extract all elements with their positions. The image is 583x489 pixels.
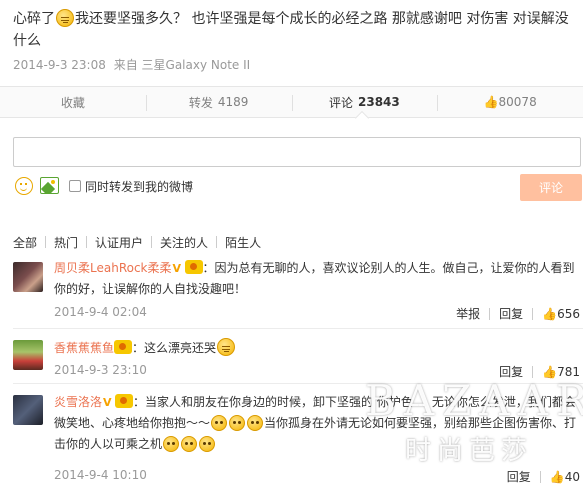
comment-filters: 全部 热门 认证用户 关注的人 陌生人 bbox=[13, 234, 261, 250]
comment-username[interactable]: 炎雪洛洛 bbox=[54, 395, 102, 409]
comment-label: 评论 bbox=[328, 95, 353, 110]
repost-label: 转发 bbox=[188, 95, 213, 110]
comment-count: 23843 bbox=[358, 95, 400, 109]
comment-username[interactable]: 香蕉蕉蕉鱼 bbox=[54, 341, 114, 355]
post-action-bar: 收藏 转发 4189 评论 23843 👍 80078 bbox=[0, 86, 583, 118]
thumbs-up-icon: 👍 bbox=[542, 306, 558, 321]
thumbs-up-icon: 👍 bbox=[483, 95, 499, 109]
submit-comment-button[interactable]: 评论 bbox=[520, 174, 582, 201]
emoji-icon bbox=[211, 415, 228, 431]
submit-comment-label: 评论 bbox=[538, 181, 563, 195]
also-repost-checkbox[interactable] bbox=[69, 180, 81, 192]
thumbs-up-icon: 👍 bbox=[549, 469, 565, 484]
emoji-icon bbox=[163, 436, 180, 452]
filter-all[interactable]: 全部 bbox=[13, 234, 37, 251]
action-divider bbox=[539, 470, 541, 483]
verified-badge-icon: V bbox=[103, 396, 112, 409]
filter-divider bbox=[216, 236, 218, 248]
sad-emoji-icon bbox=[56, 9, 74, 27]
emoji-icon bbox=[199, 436, 216, 452]
filter-following[interactable]: 关注的人 bbox=[160, 234, 208, 251]
avatar[interactable] bbox=[13, 340, 43, 370]
favorite-button[interactable]: 收藏 bbox=[0, 87, 146, 117]
filter-divider bbox=[151, 236, 153, 248]
like-button[interactable]: 👍 80078 bbox=[437, 87, 583, 117]
action-divider bbox=[489, 307, 491, 320]
comment-time: 2014-9-4 10:10 bbox=[54, 468, 147, 482]
comment-divider bbox=[13, 328, 583, 329]
comment-like-count: 781 bbox=[557, 364, 580, 379]
post-meta: 2014-9-3 23:08 来自 三星Galaxy Note II bbox=[13, 56, 254, 73]
post-text-part-2: 我还要坚强多久？ 也许坚强是每个成长的必经之路 那就感谢吧 对伤害 对误解没什么 bbox=[13, 11, 569, 49]
composer-toolbar: 同时转发到我的微博 评论 bbox=[13, 174, 583, 202]
comment-like-button[interactable]: 👍656 bbox=[542, 307, 580, 321]
comment-like-count: 40 bbox=[564, 469, 580, 484]
comment-input[interactable] bbox=[13, 137, 581, 167]
reply-link[interactable]: 回复 bbox=[507, 468, 531, 485]
avatar[interactable] bbox=[13, 262, 43, 292]
filter-divider bbox=[86, 236, 88, 248]
report-link[interactable]: 举报 bbox=[456, 305, 480, 322]
comment-divider bbox=[13, 383, 583, 384]
repost-button[interactable]: 转发 4189 bbox=[145, 87, 292, 117]
emoji-icon bbox=[181, 436, 198, 452]
comment-like-button[interactable]: 👍781 bbox=[542, 365, 580, 379]
comment-like-button[interactable]: 👍40 bbox=[550, 470, 580, 484]
post-time[interactable]: 2014-9-3 23:08 bbox=[13, 58, 106, 72]
action-divider bbox=[532, 307, 534, 320]
filter-divider bbox=[45, 236, 47, 248]
comment-body: 香蕉蕉蕉鱼 ：这么漂亮还哭 bbox=[54, 338, 580, 359]
favorite-label: 收藏 bbox=[60, 95, 85, 110]
post-text: 心碎了 我还要坚强多久？ 也许坚强是每个成长的必经之路 那就感谢吧 对伤害 对误解… bbox=[13, 8, 573, 52]
comment-actions: 回复 👍40 bbox=[507, 468, 580, 485]
member-badge-icon bbox=[115, 394, 134, 408]
post-text-part-1: 心碎了 bbox=[13, 11, 55, 27]
comment-body: 周贝柔LeahRock柔柔V ：因为总有无聊的人，喜欢议论别人的人生。做自己，让爱… bbox=[54, 258, 580, 300]
sad-emoji-icon bbox=[217, 338, 236, 356]
repost-count: 4189 bbox=[217, 95, 249, 109]
comment-actions: 回复 👍781 bbox=[499, 363, 580, 380]
avatar[interactable] bbox=[13, 395, 43, 425]
image-upload-icon[interactable] bbox=[40, 177, 59, 194]
comment-body: 炎雪洛洛V ：当家人和朋友在你身边的时候，卸下坚强的 你护色 ... 无论你怎么发… bbox=[54, 392, 580, 455]
verified-badge-icon: V bbox=[172, 262, 182, 275]
emoji-icon bbox=[247, 415, 264, 431]
filter-strangers[interactable]: 陌生人 bbox=[225, 234, 261, 251]
filter-verified[interactable]: 认证用户 bbox=[95, 234, 143, 251]
emoji-picker-icon[interactable] bbox=[15, 177, 33, 195]
post-source: 来自 三星Galaxy Note II bbox=[113, 58, 251, 72]
emoji-icon bbox=[229, 415, 246, 431]
comment-time: 2014-9-3 23:10 bbox=[54, 363, 147, 377]
member-badge-icon bbox=[184, 260, 203, 274]
reply-link[interactable]: 回复 bbox=[499, 363, 523, 380]
also-repost-label[interactable]: 同时转发到我的微博 bbox=[85, 178, 193, 195]
comment-time: 2014-9-4 02:04 bbox=[54, 305, 147, 319]
comment-actions: 举报 回复 👍656 bbox=[456, 305, 580, 322]
thumbs-up-icon: 👍 bbox=[542, 364, 558, 379]
comment-like-count: 656 bbox=[557, 306, 580, 321]
filter-hot[interactable]: 热门 bbox=[54, 234, 78, 251]
comment-text: ：这么漂亮还哭 bbox=[132, 341, 217, 355]
member-badge-icon bbox=[114, 340, 133, 354]
action-divider bbox=[532, 365, 534, 378]
comment-username[interactable]: 周贝柔LeahRock柔柔 bbox=[54, 261, 172, 275]
reply-link[interactable]: 回复 bbox=[499, 305, 523, 322]
like-count: 80078 bbox=[498, 95, 537, 109]
